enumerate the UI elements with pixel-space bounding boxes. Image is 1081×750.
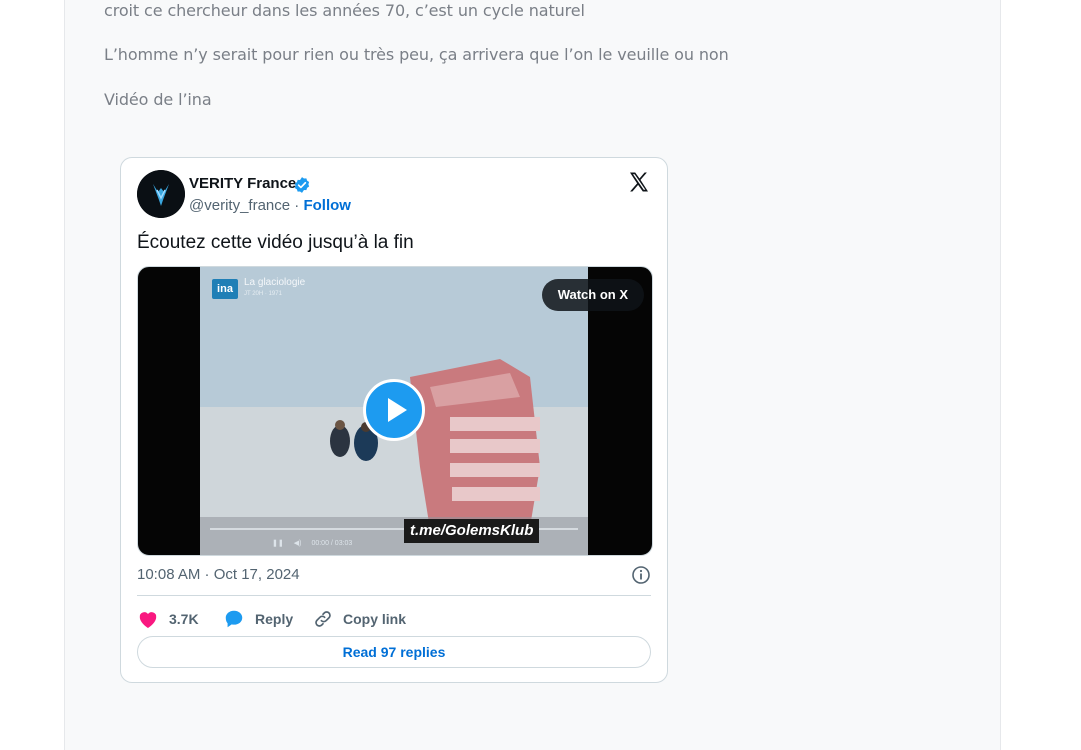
video-title: La glaciologie	[244, 277, 306, 288]
embedded-video-controls: ❚❚ ◀) 00:00 / 03:03	[272, 539, 362, 551]
article-paragraph-3: Vidéo de l’ina	[104, 90, 212, 109]
ina-logo: ina	[212, 279, 238, 299]
like-button[interactable]: 3.7K	[137, 607, 199, 631]
play-icon	[388, 398, 407, 422]
video-media[interactable]: ina La glaciologie JT 20H · 1971 t.me/Go…	[137, 266, 653, 556]
watch-on-x-button[interactable]: Watch on X	[541, 279, 644, 311]
article-paragraph-1: croit ce chercheur dans les années 70, c…	[104, 1, 585, 20]
link-icon	[315, 611, 331, 627]
tweet-timestamp[interactable]: 10:08 AM · Oct 17, 2024	[137, 566, 300, 583]
video-time: 00:00 / 03:03	[311, 540, 353, 547]
heart-icon	[139, 612, 157, 629]
handle-separator: ·	[290, 197, 304, 214]
article-paragraph-2: L’homme n’y serait pour rien ou très peu…	[104, 45, 729, 64]
read-replies-button[interactable]: Read 97 replies	[137, 636, 651, 668]
volume-icon: ◀)	[293, 540, 302, 547]
play-button[interactable]	[363, 379, 425, 441]
video-subtitle: JT 20H · 1971	[244, 291, 282, 297]
avatar[interactable]	[137, 170, 185, 218]
copy-link-button[interactable]: Copy link	[313, 607, 406, 631]
info-icon[interactable]	[631, 565, 651, 590]
pause-icon: ❚❚	[272, 540, 284, 547]
reply-button[interactable]: Reply	[223, 607, 293, 631]
embedded-tweet[interactable]: VERITY France @verity_france · Follow Éc…	[120, 157, 668, 683]
author-name[interactable]: VERITY France	[189, 175, 296, 192]
handle-row: @verity_france · Follow	[189, 197, 351, 214]
copy-link-label: Copy link	[343, 611, 407, 627]
like-count: 3.7K	[169, 611, 199, 627]
reply-bubble-icon	[225, 610, 243, 628]
tweet-text: Écoutez cette vidéo jusqu’à la fin	[137, 232, 414, 253]
divider	[137, 595, 651, 596]
x-logo-icon[interactable]	[627, 170, 651, 199]
follow-link[interactable]: Follow	[303, 197, 351, 214]
video-caption: t.me/GolemsKlub	[404, 519, 540, 543]
verified-badge-icon	[293, 176, 311, 199]
reply-label: Reply	[255, 611, 294, 627]
author-handle[interactable]: @verity_france	[189, 197, 290, 214]
